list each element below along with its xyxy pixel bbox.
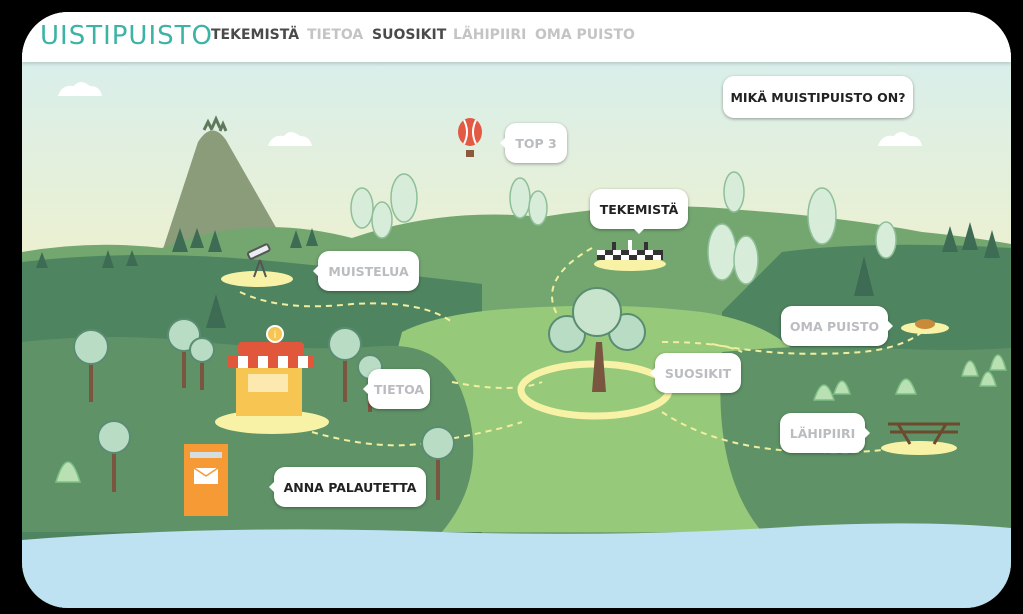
app-frame: i UISTIPUISTO TEKEMISTÄ TIETOA SUOSIKIT …	[22, 12, 1011, 608]
nav-lahipiiri[interactable]: LÄHIPIIRI	[453, 27, 526, 43]
tietoa-bubble[interactable]: TIETOA	[363, 369, 430, 409]
nav-tekemista[interactable]: TEKEMISTÄ	[211, 27, 299, 43]
suosikit-bubble[interactable]: SUOSIKIT	[650, 353, 741, 393]
nav-oma-puisto[interactable]: OMA PUISTO	[535, 27, 635, 43]
muistelua-bubble[interactable]: MUISTELUA	[313, 251, 419, 291]
kiosk-info-icon: i	[274, 330, 277, 341]
mailbox-icon	[184, 444, 228, 516]
tekemista-bubble[interactable]: TEKEMISTÄ	[590, 189, 688, 234]
lahipiiri-bubble[interactable]: LÄHIPIIRI	[780, 413, 870, 453]
top-navbar: UISTIPUISTO TEKEMISTÄ TIETOA SUOSIKIT LÄ…	[22, 12, 1011, 62]
about-button[interactable]: MIKÄ MUISTIPUISTO ON?	[723, 76, 913, 118]
lake	[22, 523, 1011, 608]
feedback-button[interactable]: ANNA PALAUTETTA	[269, 467, 426, 507]
basket-icon	[915, 319, 935, 329]
top3-bubble[interactable]: TOP 3	[500, 123, 567, 163]
logo[interactable]: UISTIPUISTO	[40, 21, 213, 51]
oma-puisto-bubble[interactable]: OMA PUISTO	[781, 306, 893, 346]
nav-suosikit[interactable]: SUOSIKIT	[372, 27, 446, 43]
nav-tietoa[interactable]: TIETOA	[307, 27, 363, 43]
